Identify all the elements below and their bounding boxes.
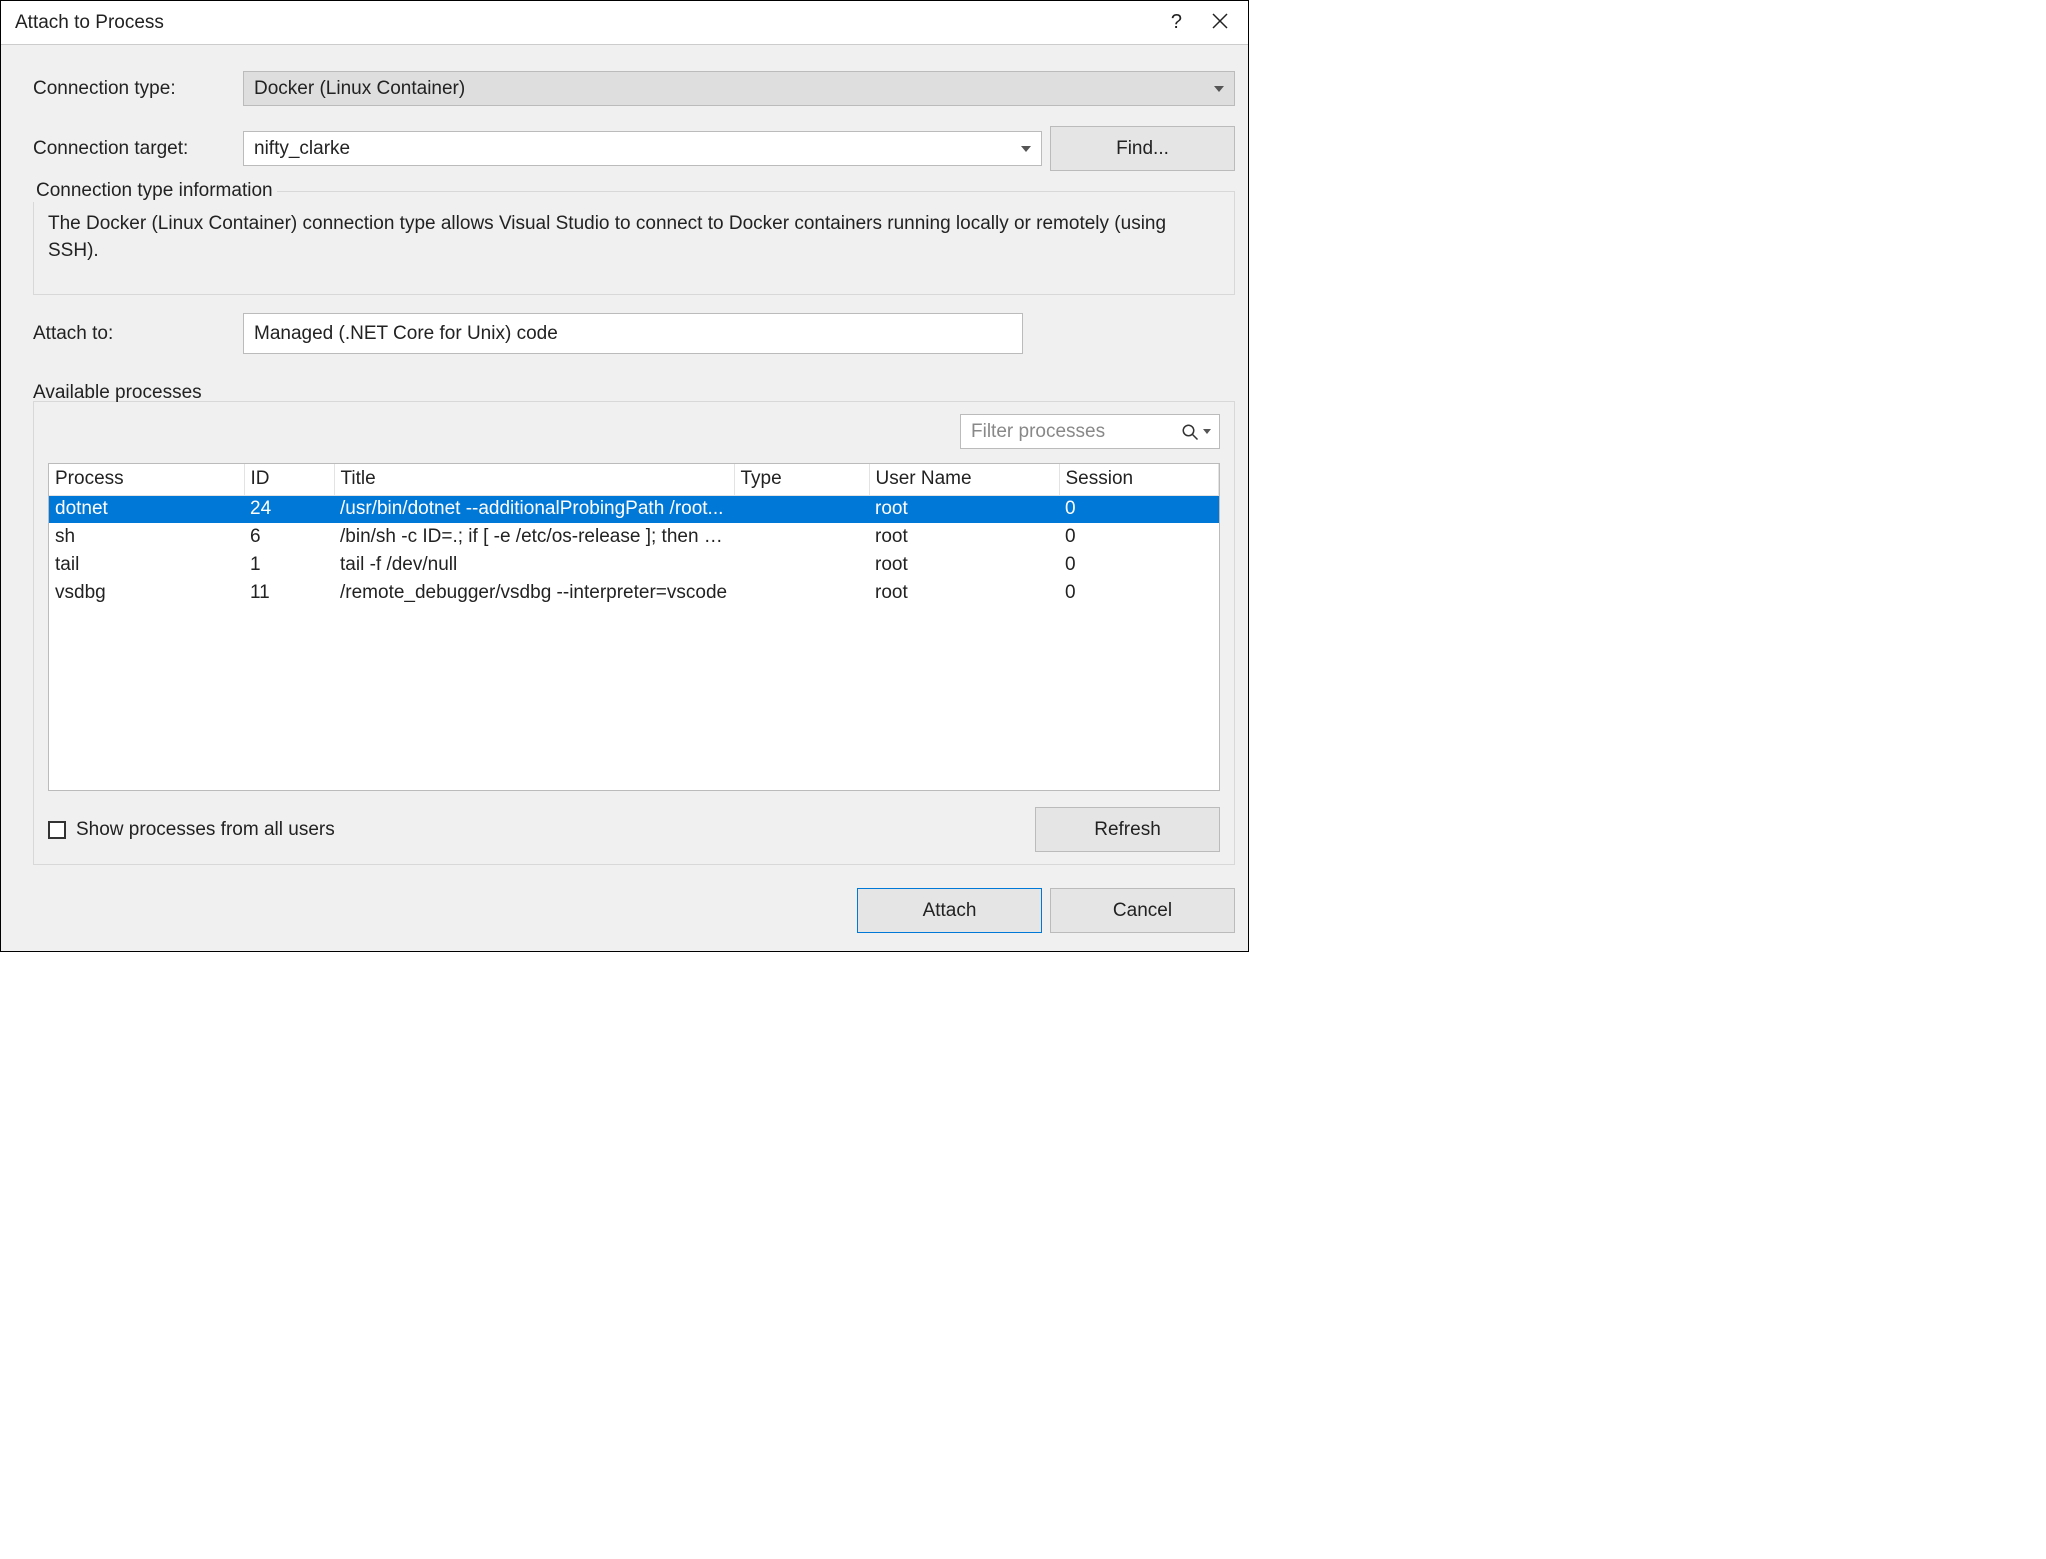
col-process[interactable]: Process [49, 464, 244, 495]
cell-type [734, 495, 869, 523]
cell-title: tail -f /dev/null [334, 551, 734, 579]
close-icon[interactable] [1212, 13, 1228, 32]
cell-id: 1 [244, 551, 334, 579]
cell-title: /usr/bin/dotnet --additionalProbingPath … [334, 495, 734, 523]
available-processes-box: Filter processes Process ID Title Type [33, 401, 1235, 865]
cell-type [734, 551, 869, 579]
cell-id: 24 [244, 495, 334, 523]
show-all-users-checkbox[interactable]: Show processes from all users [48, 819, 335, 841]
cell-process: dotnet [49, 495, 244, 523]
cell-user: root [869, 551, 1059, 579]
table-row[interactable]: sh6/bin/sh -c ID=.; if [ -e /etc/os-rele… [49, 523, 1219, 551]
cell-user: root [869, 495, 1059, 523]
table-row[interactable]: vsdbg11/remote_debugger/vsdbg --interpre… [49, 579, 1219, 607]
connection-type-combo[interactable]: Docker (Linux Container) [243, 71, 1235, 106]
table-header-row: Process ID Title Type User Name Session [49, 464, 1219, 495]
cell-process: vsdbg [49, 579, 244, 607]
help-icon[interactable]: ? [1171, 11, 1182, 34]
connection-target-value: nifty_clarke [254, 138, 350, 160]
chevron-down-icon[interactable] [1203, 429, 1211, 434]
attach-button[interactable]: Attach [857, 888, 1042, 933]
cell-title: /bin/sh -c ID=.; if [ -e /etc/os-release… [334, 523, 734, 551]
refresh-button[interactable]: Refresh [1035, 807, 1220, 852]
connection-type-label: Connection type: [33, 78, 243, 100]
connection-target-combo[interactable]: nifty_clarke [243, 131, 1042, 166]
cell-type [734, 579, 869, 607]
find-button[interactable]: Find... [1050, 126, 1235, 171]
cell-user: root [869, 579, 1059, 607]
col-id[interactable]: ID [244, 464, 334, 495]
chevron-down-icon [1021, 146, 1031, 152]
cancel-button[interactable]: Cancel [1050, 888, 1235, 933]
attach-to-label: Attach to: [33, 323, 243, 345]
attach-to-field[interactable]: Managed (.NET Core for Unix) code [243, 313, 1023, 354]
cell-process: sh [49, 523, 244, 551]
chevron-down-icon [1214, 86, 1224, 92]
connection-target-label: Connection target: [33, 138, 243, 160]
col-user[interactable]: User Name [869, 464, 1059, 495]
table-row[interactable]: tail1tail -f /dev/null root0 [49, 551, 1219, 579]
checkbox-icon [48, 821, 66, 839]
cell-type [734, 523, 869, 551]
connection-info-box: Connection type information The Docker (… [33, 191, 1235, 295]
cell-session: 0 [1059, 551, 1219, 579]
search-icon [1181, 423, 1199, 441]
connection-type-value: Docker (Linux Container) [254, 78, 465, 100]
cell-user: root [869, 523, 1059, 551]
connection-info-heading: Connection type information [32, 180, 277, 202]
attach-to-value: Managed (.NET Core for Unix) code [254, 323, 558, 345]
filter-placeholder: Filter processes [971, 421, 1105, 443]
show-all-users-label: Show processes from all users [76, 819, 335, 841]
table-row[interactable]: dotnet24/usr/bin/dotnet --additionalProb… [49, 495, 1219, 523]
cell-id: 11 [244, 579, 334, 607]
col-type[interactable]: Type [734, 464, 869, 495]
cell-session: 0 [1059, 579, 1219, 607]
dialog-title: Attach to Process [15, 12, 164, 34]
cell-session: 0 [1059, 523, 1219, 551]
process-table[interactable]: Process ID Title Type User Name Session … [48, 463, 1220, 791]
filter-processes-input[interactable]: Filter processes [960, 414, 1220, 449]
col-session[interactable]: Session [1059, 464, 1219, 495]
cell-session: 0 [1059, 495, 1219, 523]
cell-title: /remote_debugger/vsdbg --interpreter=vsc… [334, 579, 734, 607]
col-title[interactable]: Title [334, 464, 734, 495]
cell-process: tail [49, 551, 244, 579]
cell-id: 6 [244, 523, 334, 551]
connection-info-text: The Docker (Linux Container) connection … [34, 211, 1234, 264]
